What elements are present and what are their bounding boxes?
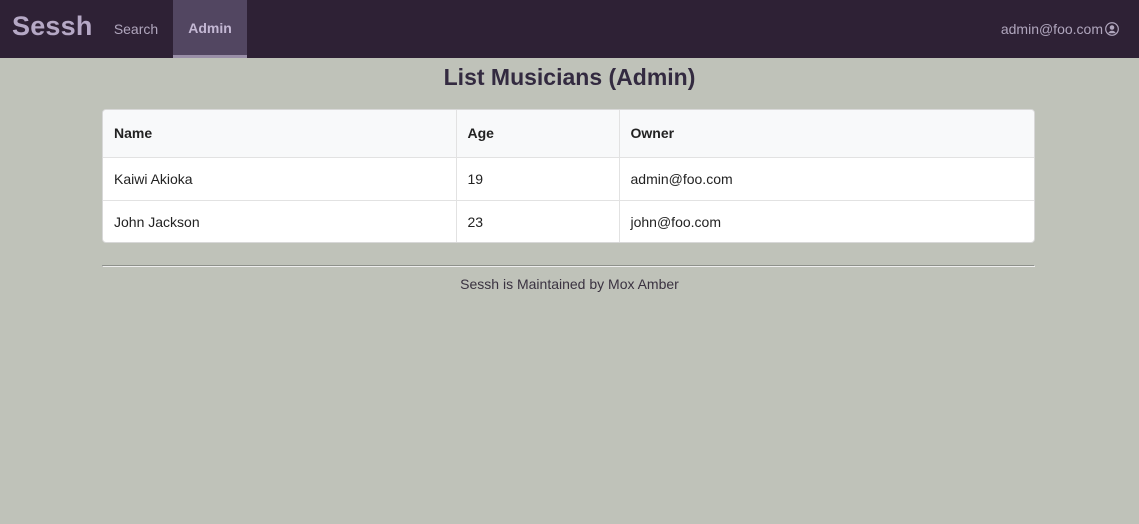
table-header-row: Name Age Owner bbox=[103, 110, 1034, 158]
user-menu[interactable]: admin@foo.com bbox=[1001, 0, 1119, 58]
nav-link-search[interactable]: Search bbox=[100, 0, 172, 58]
top-navbar: Sessh Search Admin admin@foo.com bbox=[0, 0, 1139, 58]
table-row: John Jackson 23 john@foo.com bbox=[103, 200, 1034, 242]
musicians-table-card: Name Age Owner Kaiwi Akioka 19 admin@foo… bbox=[102, 109, 1035, 243]
cell-owner: john@foo.com bbox=[630, 213, 721, 230]
cell-age: 19 bbox=[456, 157, 620, 201]
cell-name: John Jackson bbox=[103, 200, 457, 242]
column-header-owner: Owner bbox=[619, 110, 1034, 158]
page-title: List Musicians (Admin) bbox=[443, 64, 696, 90]
brand-logo[interactable]: Sessh bbox=[12, 11, 93, 42]
user-email: admin@foo.com bbox=[1000, 21, 1103, 37]
footer-divider bbox=[102, 265, 1035, 267]
footer-text: Sessh is Maintained by Mox Amber bbox=[460, 276, 679, 292]
table-row: Kaiwi Akioka 19 admin@foo.com bbox=[103, 157, 1034, 201]
user-circle-icon bbox=[1105, 22, 1119, 36]
column-header-age: Age bbox=[456, 110, 620, 158]
column-header-name: Name bbox=[103, 110, 457, 158]
cell-owner: admin@foo.com bbox=[619, 157, 1034, 201]
cell-age: 23 bbox=[456, 200, 620, 242]
musicians-table: Name Age Owner Kaiwi Akioka 19 admin@foo… bbox=[103, 110, 1034, 242]
nav-link-admin[interactable]: Admin bbox=[173, 0, 247, 58]
cell-name: Kaiwi Akioka bbox=[103, 157, 457, 201]
